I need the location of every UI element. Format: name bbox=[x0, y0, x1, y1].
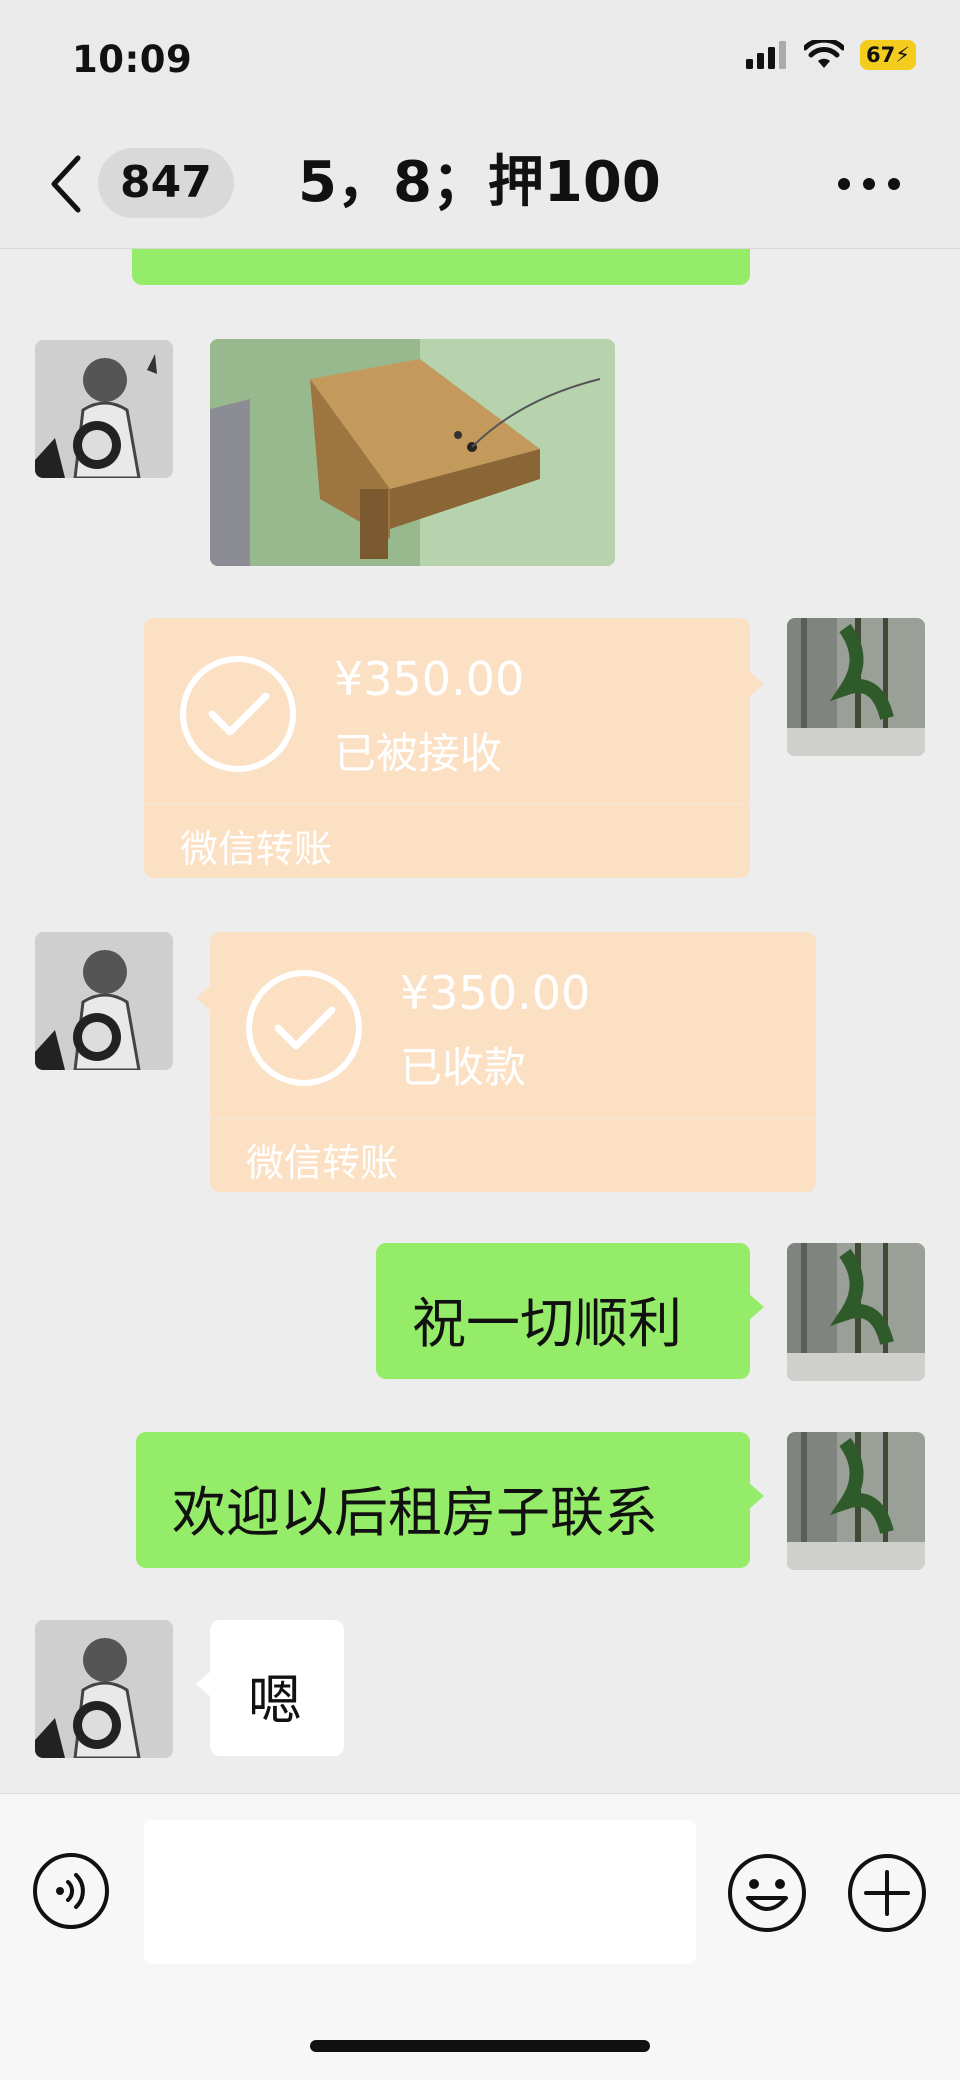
contact-avatar[interactable] bbox=[35, 1620, 173, 1758]
message-bubble-received[interactable]: 嗯 bbox=[196, 1620, 344, 1756]
message-text: 欢迎以后租房子联系 bbox=[172, 1481, 658, 1544]
chat-header: 847 5，8；押100 bbox=[0, 120, 960, 249]
my-avatar[interactable] bbox=[787, 1432, 925, 1570]
chevron-left-icon[interactable] bbox=[46, 154, 86, 214]
message-text: 嗯 bbox=[248, 1669, 302, 1732]
status-time: 10:09 bbox=[72, 38, 193, 81]
transfer-amount: ¥350.00 bbox=[400, 966, 591, 1020]
plus-circle-icon[interactable] bbox=[846, 1852, 928, 1934]
message-bubble-sent[interactable]: 祝一切顺利 bbox=[376, 1243, 764, 1379]
cellular-signal-icon bbox=[746, 41, 786, 69]
transfer-status: 已被接收 bbox=[334, 729, 503, 778]
chat-title: 5，8；押100 bbox=[298, 150, 661, 215]
home-indicator bbox=[310, 2040, 650, 2052]
transfer-label: 微信转账 bbox=[246, 1141, 399, 1185]
transfer-card-sent[interactable]: ¥350.00 已被接收 微信转账 bbox=[144, 618, 764, 878]
emoji-icon[interactable] bbox=[726, 1852, 808, 1934]
status-bar: 10:09 67 ⚡ bbox=[0, 0, 960, 120]
message-input[interactable] bbox=[144, 1820, 696, 1964]
battery-indicator: 67 ⚡ bbox=[860, 40, 916, 70]
transfer-card-received[interactable]: ¥350.00 已收款 微信转账 bbox=[196, 932, 816, 1192]
status-icons: 67 ⚡ bbox=[746, 40, 916, 70]
contact-avatar[interactable] bbox=[35, 932, 173, 1070]
battery-level: 67 bbox=[866, 43, 896, 67]
transfer-status: 已收款 bbox=[400, 1043, 527, 1092]
my-avatar[interactable] bbox=[787, 1243, 925, 1381]
check-circle-icon bbox=[246, 970, 362, 1086]
message-bubble-sent[interactable]: 欢迎以后租房子联系 bbox=[136, 1432, 764, 1568]
voice-icon[interactable] bbox=[32, 1852, 110, 1930]
charging-bolt-icon: ⚡ bbox=[895, 43, 910, 67]
check-circle-icon bbox=[180, 656, 296, 772]
shared-photo[interactable] bbox=[210, 339, 615, 566]
unread-count-badge[interactable]: 847 bbox=[98, 148, 234, 218]
contact-avatar[interactable] bbox=[35, 340, 173, 478]
message-bubble-partial[interactable] bbox=[132, 249, 750, 285]
message-text: 祝一切顺利 bbox=[412, 1292, 682, 1355]
chat-message-list[interactable]: ¥350.00 已被接收 微信转账 ¥350.00 已收款 微信转账 祝一切顺利… bbox=[0, 249, 960, 1793]
my-avatar[interactable] bbox=[787, 618, 925, 756]
more-dots-icon[interactable] bbox=[836, 172, 902, 196]
transfer-label: 微信转账 bbox=[180, 827, 333, 871]
transfer-amount: ¥350.00 bbox=[334, 652, 525, 706]
message-input-bar bbox=[0, 1793, 960, 2080]
wifi-icon bbox=[804, 40, 844, 68]
